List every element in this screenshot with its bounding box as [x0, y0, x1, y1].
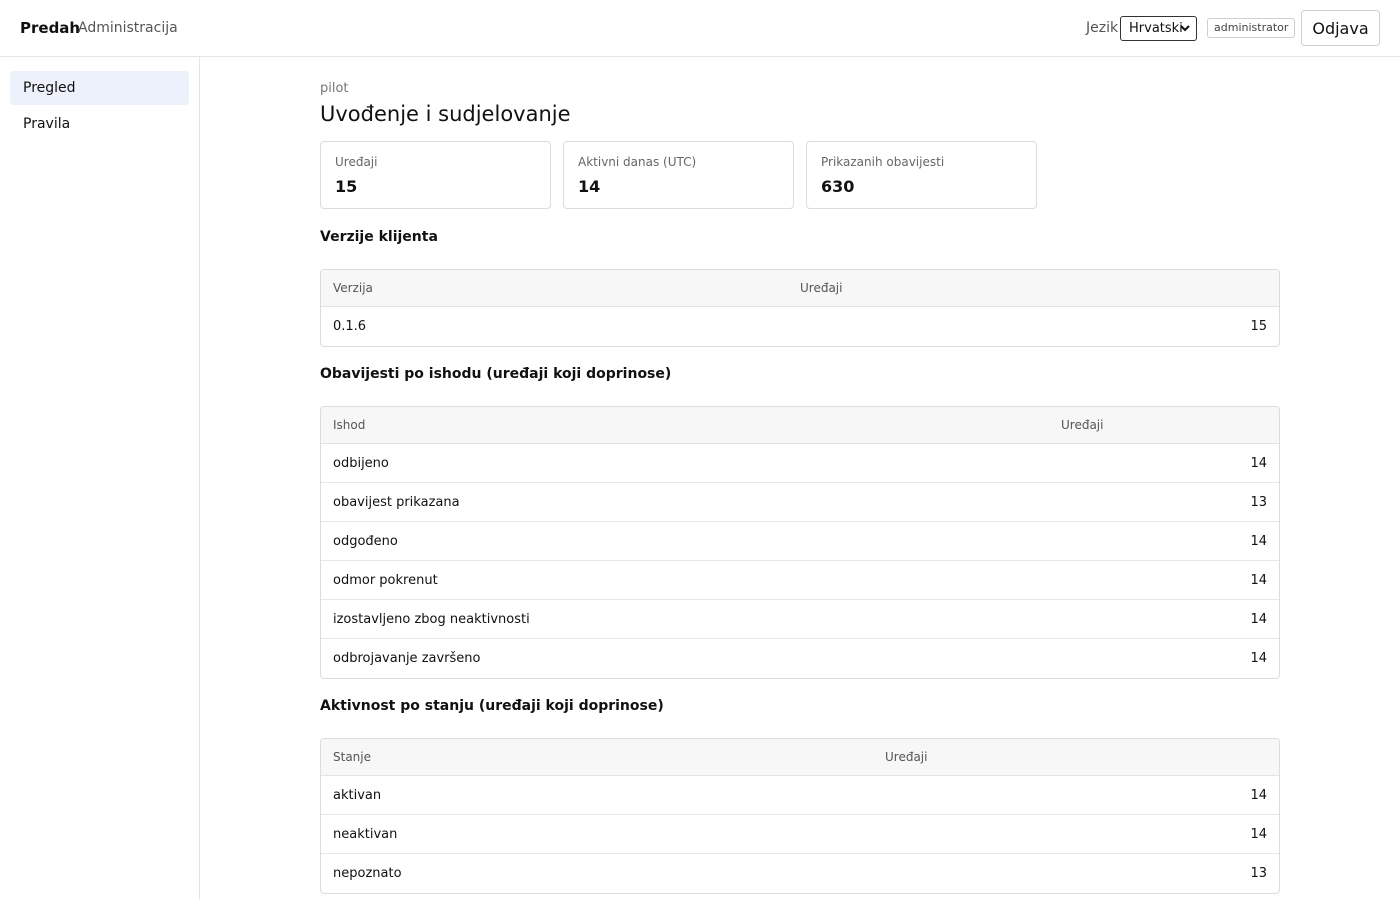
stat-card-devices: Uređaji 15	[320, 141, 551, 209]
page-eyebrow: pilot	[320, 81, 349, 96]
table-row: odgođeno 14	[321, 522, 1279, 561]
cell-outcome: odgođeno	[333, 534, 398, 549]
stat-label: Aktivni danas (UTC)	[578, 155, 697, 169]
cell-version: 0.1.6	[333, 319, 367, 334]
cell-devices: 13	[1250, 866, 1267, 881]
table-header: Ishod Uređaji	[321, 407, 1279, 444]
column-header: Verzija	[333, 281, 373, 295]
stat-card-notifications-shown: Prikazanih obavijesti 630	[806, 141, 1037, 209]
table-row: 0.1.6 15	[321, 307, 1279, 346]
brand-subtitle: Administracija	[78, 20, 178, 36]
sidebar-item-overview[interactable]: Pregled	[10, 71, 189, 105]
states-table: Stanje Uređaji aktivan 14 neaktivan 14 n…	[320, 738, 1280, 894]
column-header: Uređaji	[800, 281, 843, 295]
cell-devices: 15	[1250, 319, 1267, 334]
table-row: izostavljeno zbog neaktivnosti 14	[321, 600, 1279, 639]
cell-devices: 14	[1250, 651, 1267, 666]
cell-outcome: odbrojavanje završeno	[333, 651, 481, 666]
cell-state: aktivan	[333, 788, 382, 803]
outcomes-table: Ishod Uređaji odbijeno 14 obavijest prik…	[320, 406, 1280, 679]
role-badge: administrator	[1207, 18, 1296, 38]
column-header: Ishod	[333, 418, 366, 432]
cell-devices: 14	[1250, 827, 1267, 842]
table-row: odbijeno 14	[321, 444, 1279, 483]
sidebar: Pregled Pravila	[0, 57, 200, 900]
table-header: Verzija Uređaji	[321, 270, 1279, 307]
stat-value: 630	[821, 177, 855, 196]
logout-button[interactable]: Odjava	[1301, 10, 1380, 46]
stat-value: 15	[335, 177, 358, 196]
table-row: odbrojavanje završeno 14	[321, 639, 1279, 678]
cell-outcome: odmor pokrenut	[333, 573, 438, 588]
section-title-outcomes: Obavijesti po ishodu (uređaji koji dopri…	[320, 366, 672, 382]
table-row: aktivan 14	[321, 776, 1279, 815]
stat-card-active-today: Aktivni danas (UTC) 14	[563, 141, 794, 209]
table-row: odmor pokrenut 14	[321, 561, 1279, 600]
language-label: Jezik	[1086, 20, 1119, 36]
cell-devices: 14	[1250, 534, 1267, 549]
cell-state: neaktivan	[333, 827, 398, 842]
stat-label: Prikazanih obavijesti	[821, 155, 945, 169]
cell-devices: 14	[1250, 788, 1267, 803]
sidebar-item-rules[interactable]: Pravila	[10, 107, 189, 141]
cell-outcome: izostavljeno zbog neaktivnosti	[333, 612, 530, 627]
brand-name[interactable]: Predah	[20, 19, 80, 37]
cell-devices: 14	[1250, 573, 1267, 588]
column-header: Uređaji	[1061, 418, 1104, 432]
table-row: nepoznato 13	[321, 854, 1279, 893]
table-row: neaktivan 14	[321, 815, 1279, 854]
stat-label: Uređaji	[335, 155, 378, 169]
cell-devices: 14	[1250, 456, 1267, 471]
cell-devices: 14	[1250, 612, 1267, 627]
column-header: Stanje	[333, 750, 371, 764]
top-bar: Predah Administracija Jezik Hrvatski adm…	[0, 0, 1400, 57]
cell-outcome: odbijeno	[333, 456, 389, 471]
page-title: Uvođenje i sudjelovanje	[320, 102, 571, 126]
language-selected-value: Hrvatski	[1129, 21, 1183, 36]
chevron-down-icon	[1180, 25, 1190, 32]
stat-value: 14	[578, 177, 601, 196]
sidebar-item-label: Pregled	[23, 80, 76, 96]
sidebar-item-label: Pravila	[23, 116, 71, 132]
table-row: obavijest prikazana 13	[321, 483, 1279, 522]
client-versions-table: Verzija Uređaji 0.1.6 15	[320, 269, 1280, 347]
cell-state: nepoznato	[333, 866, 402, 881]
column-header: Uređaji	[885, 750, 928, 764]
cell-outcome: obavijest prikazana	[333, 495, 460, 510]
table-header: Stanje Uređaji	[321, 739, 1279, 776]
cell-devices: 13	[1250, 495, 1267, 510]
section-title-client-versions: Verzije klijenta	[320, 229, 438, 245]
section-title-states: Aktivnost po stanju (uređaji koji doprin…	[320, 698, 664, 714]
language-select[interactable]: Hrvatski	[1120, 16, 1197, 41]
